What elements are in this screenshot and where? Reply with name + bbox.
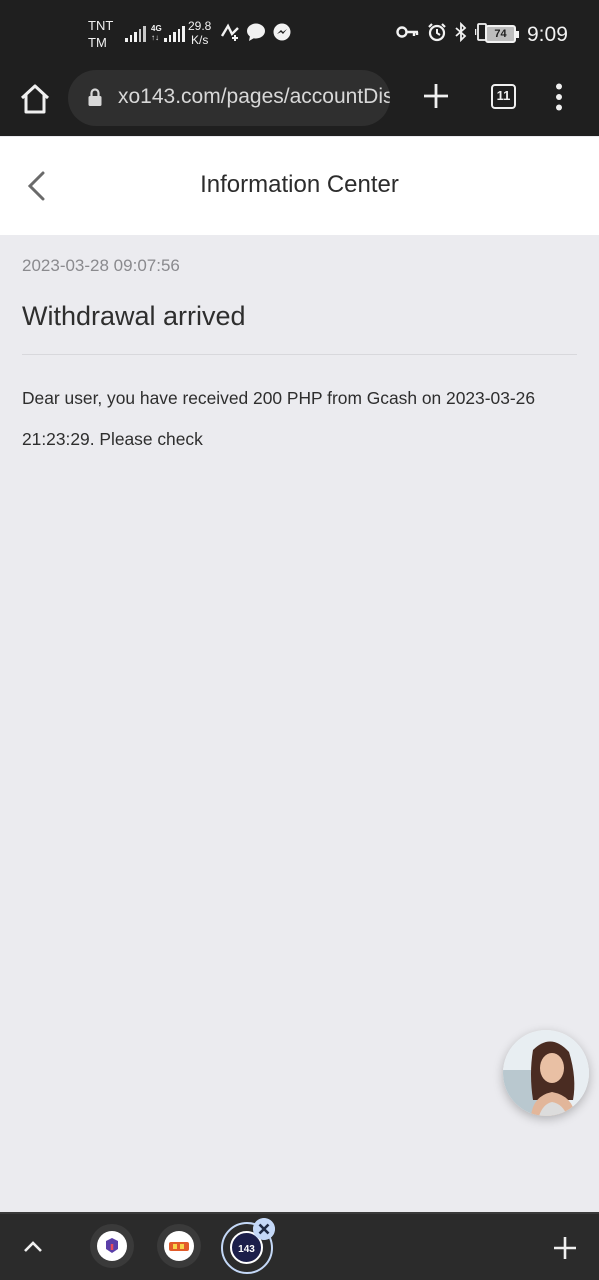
carrier-1: TNT — [88, 18, 114, 33]
tab-favicon-icon[interactable] — [90, 1224, 134, 1268]
lock-icon — [88, 88, 102, 106]
avatar-photo-icon — [503, 1030, 589, 1116]
divider — [22, 354, 577, 355]
system-icons — [396, 22, 489, 42]
more-vert-icon[interactable] — [555, 83, 563, 111]
browser-toolbar: xo143.com/pages/accountDis 11 — [0, 68, 599, 136]
network-speed: 29.8 K/s — [188, 19, 212, 47]
page-title: Information Center — [200, 171, 399, 198]
battery-icon: 74 — [485, 25, 519, 43]
tab-switcher-button[interactable]: 11 — [491, 84, 516, 109]
chevron-up-icon[interactable] — [22, 1236, 44, 1258]
address-bar[interactable]: xo143.com/pages/accountDis — [68, 70, 390, 126]
url-text: xo143.com/pages/accountDis — [118, 85, 390, 108]
message-timestamp: 2023-03-28 09:07:56 — [22, 256, 180, 275]
home-icon[interactable] — [18, 82, 52, 116]
notification-icons — [220, 22, 292, 42]
signal-icon — [125, 26, 146, 42]
message-title: Withdrawal arrived — [22, 301, 246, 331]
vpn-key-icon — [396, 26, 419, 38]
carrier-2: TM — [88, 35, 107, 50]
support-avatar-button[interactable] — [503, 1030, 589, 1116]
tab-favicon-icon[interactable] — [157, 1224, 201, 1268]
carrier-labels: TNT TM — [88, 17, 113, 51]
message-body: Dear user, you have received 200 PHP fro… — [22, 388, 535, 449]
network-type: 4G ↑↓ — [151, 24, 162, 42]
chat-bubble-icon — [247, 23, 265, 41]
plus-icon[interactable] — [553, 1236, 577, 1260]
data-saver-icon — [220, 23, 239, 41]
active-tab-label: 143 — [238, 1244, 255, 1255]
status-bar: TNT TM 4G ↑↓ 29.8 K/s 74 9:09 — [0, 0, 599, 68]
signal-icon — [164, 26, 185, 42]
close-icon[interactable] — [253, 1218, 275, 1240]
message-detail: 2023-03-28 09:07:56 Withdrawal arrived D… — [22, 235, 577, 460]
tab-strip: 143 — [0, 1212, 599, 1280]
messenger-icon — [273, 23, 291, 41]
new-tab-plus-icon[interactable] — [422, 82, 450, 110]
bluetooth-icon — [455, 22, 467, 42]
clock: 9:09 — [527, 23, 568, 46]
page-header: Information Center — [0, 137, 599, 235]
alarm-icon — [428, 23, 446, 42]
